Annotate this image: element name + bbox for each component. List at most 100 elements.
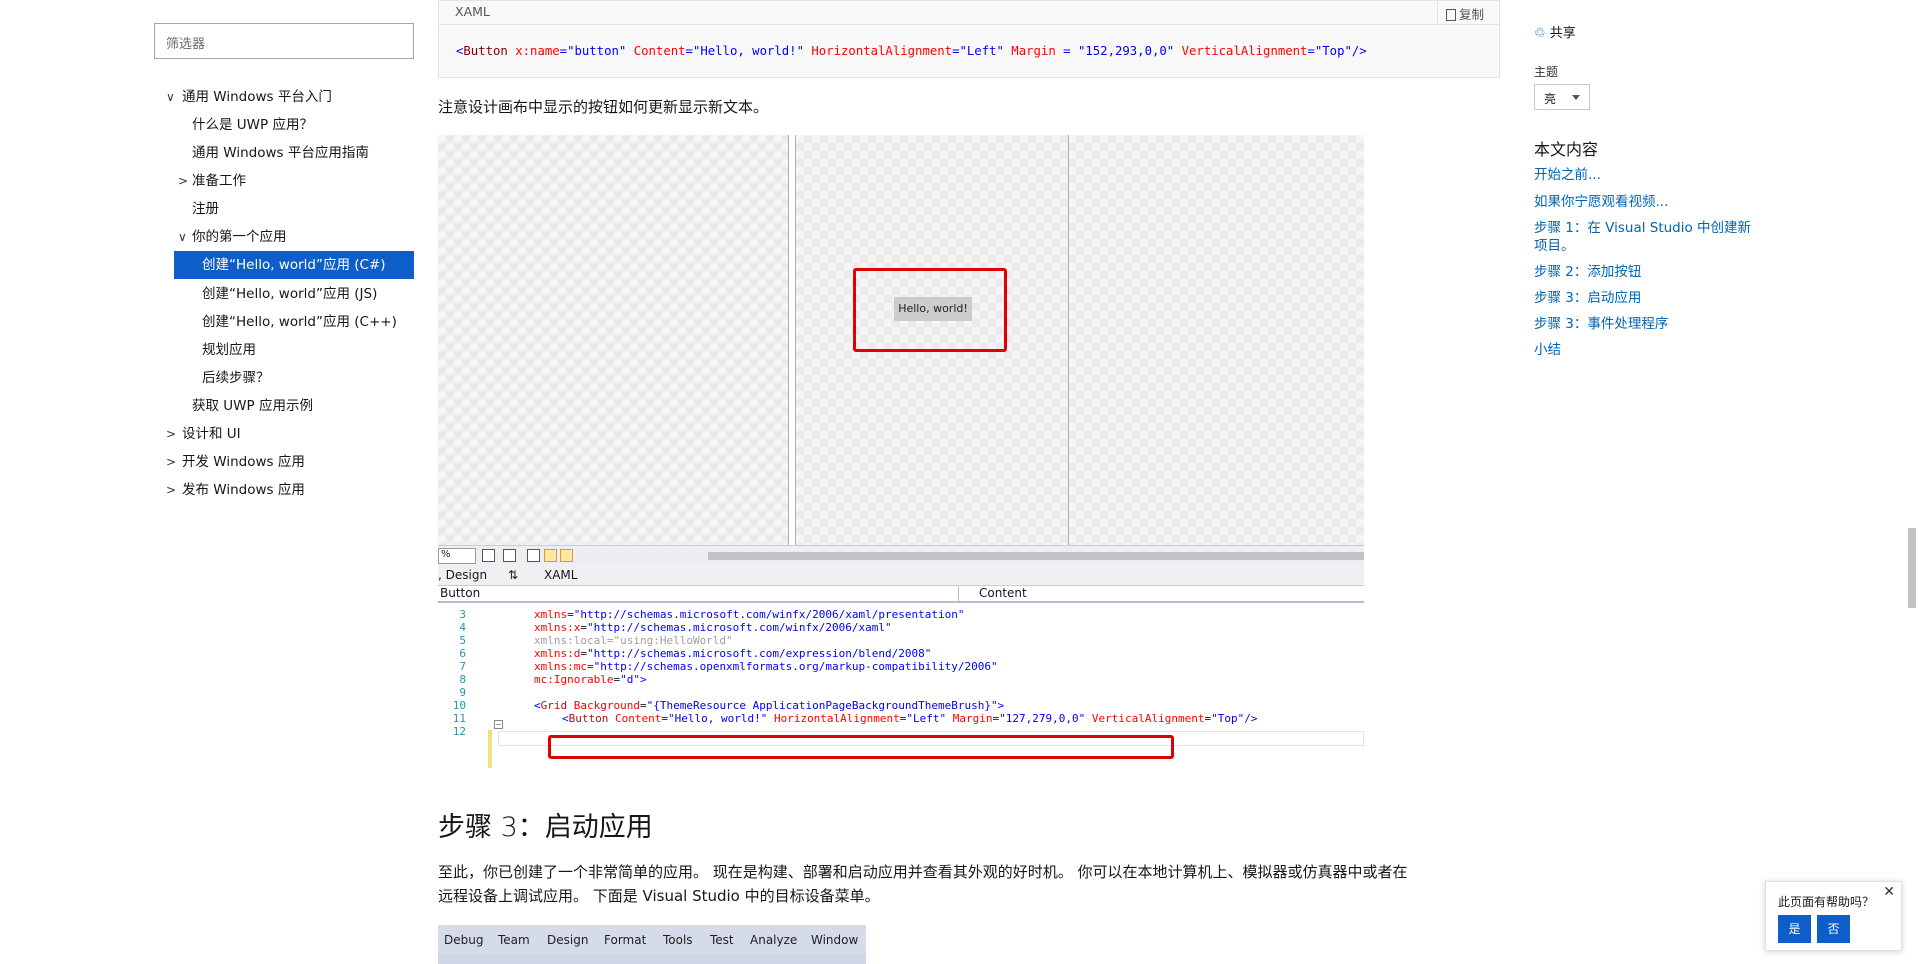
line-number: 11 bbox=[452, 712, 466, 725]
property-dropdown[interactable]: Content bbox=[963, 586, 1027, 600]
toc-item-first-app[interactable]: 你的第一个应用 bbox=[192, 228, 287, 246]
article-link[interactable]: 步骤 3：事件处理程序 bbox=[1534, 315, 1668, 333]
chevron-down-icon[interactable]: ∨ bbox=[166, 88, 175, 106]
code-token: Margin bbox=[946, 712, 993, 725]
toc-item-design-ui[interactable]: 设计和 UI bbox=[182, 425, 241, 443]
chevron-right-icon[interactable]: > bbox=[166, 481, 176, 499]
menu-item: Tools bbox=[663, 933, 693, 947]
code-token: "Hello, world!" bbox=[667, 712, 768, 725]
line-number: 10 bbox=[452, 699, 466, 712]
code-token: "Top" bbox=[1211, 712, 1245, 725]
step3-paragraph-line2: 远程设备上调试应用。 下面是 Visual Studio 中的目标设备菜单。 bbox=[438, 887, 880, 905]
toc-item-getting-started[interactable]: 通用 Windows 平台入门 bbox=[182, 88, 332, 106]
copy-icon bbox=[1446, 9, 1456, 21]
intro-paragraph: 注意设计画布中显示的按钮如何更新显示新文本。 bbox=[438, 98, 769, 116]
code-line: <Button x:name="button" Content="Hello, … bbox=[456, 44, 1367, 58]
toc-item-what-is-uwp[interactable]: 什么是 UWP 应用？ bbox=[192, 116, 313, 134]
code-token: "{ThemeResource ApplicationPageBackgroun… bbox=[646, 699, 998, 712]
designer-screenshot: Hello, world! % , Design ⇅ XAML Button C… bbox=[438, 135, 1364, 768]
code-token: = bbox=[580, 647, 587, 660]
element-dropdown[interactable]: Button bbox=[438, 586, 959, 602]
toc-item-hello-world-cpp[interactable]: 创建“Hello, world”应用 (C++) bbox=[202, 313, 397, 331]
code-token: xmlns:mc bbox=[534, 660, 587, 673]
code-line: xmlns:d="http://schemas.microsoft.com/ex… bbox=[534, 647, 931, 660]
page-scrollbar[interactable] bbox=[1908, 528, 1916, 608]
tab-xaml[interactable]: XAML bbox=[544, 568, 577, 582]
article-link[interactable]: 开始之前... bbox=[1534, 166, 1601, 184]
code-token: "http://schemas.microsoft.com/expression… bbox=[586, 647, 932, 660]
code-token: = bbox=[661, 712, 668, 725]
zoom-dropdown[interactable]: % bbox=[438, 548, 476, 564]
filter-input[interactable]: 筛选器 bbox=[154, 23, 414, 59]
swap-icon[interactable]: ⇅ bbox=[508, 568, 518, 582]
toc-item-register[interactable]: 注册 bbox=[192, 200, 219, 218]
canvas-divider bbox=[788, 135, 789, 545]
designer-toolbar: % bbox=[438, 545, 1364, 565]
code-token: xmlns:d bbox=[534, 647, 581, 660]
chevron-right-icon[interactable]: > bbox=[178, 172, 188, 190]
toc-item-get-samples[interactable]: 获取 UWP 应用示例 bbox=[192, 397, 313, 415]
menu-item: Design bbox=[547, 933, 589, 947]
code-token: Grid bbox=[540, 699, 568, 712]
menu-item: Format bbox=[604, 933, 647, 947]
grid-icon[interactable] bbox=[482, 549, 495, 562]
code-token: "http://schemas.openxmlformats.org/marku… bbox=[593, 660, 998, 673]
code-line: <Button Content="Hello, world!" Horizont… bbox=[562, 712, 1257, 725]
line-number: 4 bbox=[459, 621, 466, 634]
menu-item: Debug bbox=[444, 933, 484, 947]
chevron-right-icon[interactable]: > bbox=[166, 453, 176, 471]
toc-item-develop[interactable]: 开发 Windows 应用 bbox=[182, 453, 305, 471]
article-link[interactable]: 步骤 2：添加按钮 bbox=[1534, 263, 1641, 281]
toc-item-next-steps[interactable]: 后续步骤？ bbox=[202, 369, 270, 387]
toc-item-uwp-guide[interactable]: 通用 Windows 平台应用指南 bbox=[192, 144, 369, 162]
article-link[interactable]: 小结 bbox=[1534, 341, 1561, 359]
canvas-divider bbox=[795, 135, 796, 545]
code-token: Button bbox=[568, 712, 609, 725]
article-link[interactable]: 如果你宁愿观看视频... bbox=[1534, 193, 1668, 211]
highlight-box bbox=[548, 735, 1174, 759]
code-token: < bbox=[534, 699, 541, 712]
code-line: xmlns:mc="http://schemas.openxmlformats.… bbox=[534, 660, 998, 673]
yes-button[interactable]: 是 bbox=[1778, 915, 1811, 943]
copy-button[interactable]: 复制 bbox=[1437, 1, 1499, 24]
toc-item-publish[interactable]: 发布 Windows 应用 bbox=[182, 481, 305, 499]
share-button[interactable]: ♲ 共享 bbox=[1534, 22, 1576, 41]
line-number: 5 bbox=[459, 634, 466, 647]
contrast-icon[interactable] bbox=[527, 549, 540, 562]
feedback-question: 此页面有帮助吗？ bbox=[1778, 895, 1875, 909]
article-link[interactable]: 项目。 bbox=[1534, 237, 1575, 255]
close-icon[interactable]: ✕ bbox=[1883, 884, 1895, 900]
line-number: 3 bbox=[459, 608, 466, 621]
code-token: VerticalAlignment bbox=[1085, 712, 1205, 725]
code-token: "127,279,0,0" bbox=[999, 712, 1086, 725]
no-button[interactable]: 否 bbox=[1817, 915, 1850, 943]
highlight-box bbox=[853, 268, 1007, 352]
feedback-panel: 此页面有帮助吗？ ✕ 是 否 bbox=[1765, 881, 1902, 951]
snap-icon[interactable] bbox=[560, 549, 573, 562]
grid-icon[interactable] bbox=[503, 549, 516, 562]
code-block: XAML 复制 <Button x:name="button" Content=… bbox=[438, 0, 1500, 78]
code-token: > bbox=[997, 699, 1005, 712]
collapse-icon[interactable]: − bbox=[494, 720, 503, 729]
in-this-article-heading: 本文内容 bbox=[1534, 140, 1599, 159]
theme-select[interactable]: 亮 bbox=[1534, 84, 1590, 110]
code-token: "http://schemas.microsoft.com/winfx/2006… bbox=[586, 621, 892, 634]
toc-item-get-set-up[interactable]: 准备工作 bbox=[192, 172, 246, 190]
chevron-right-icon[interactable]: > bbox=[166, 425, 176, 443]
article-link[interactable]: 步骤 1：在 Visual Studio 中创建新 bbox=[1534, 219, 1751, 237]
code-token: mc:Ignorable bbox=[534, 673, 614, 686]
code-line: xmlns:local="using:HelloWorld" bbox=[534, 634, 733, 647]
tab-design[interactable]: , Design bbox=[438, 568, 487, 582]
toc-item-hello-world-csharp[interactable]: 创建“Hello, world”应用 (C#) bbox=[174, 251, 414, 279]
toc-item-hello-world-js[interactable]: 创建“Hello, world”应用 (JS) bbox=[202, 285, 377, 303]
code-token: = bbox=[639, 699, 647, 712]
horizontal-scrollbar[interactable] bbox=[708, 552, 1364, 560]
snap-icon[interactable] bbox=[544, 549, 557, 562]
chevron-down-icon[interactable]: ∨ bbox=[178, 228, 187, 246]
code-line: <Grid Background="{ThemeResource Applica… bbox=[534, 699, 1004, 712]
code-token: > bbox=[639, 673, 647, 686]
article-link[interactable]: 步骤 3：启动应用 bbox=[1534, 289, 1641, 307]
toc-item-plan-app[interactable]: 规划应用 bbox=[202, 341, 256, 359]
code-token: Content bbox=[608, 712, 662, 725]
design-canvas-left bbox=[438, 135, 788, 545]
